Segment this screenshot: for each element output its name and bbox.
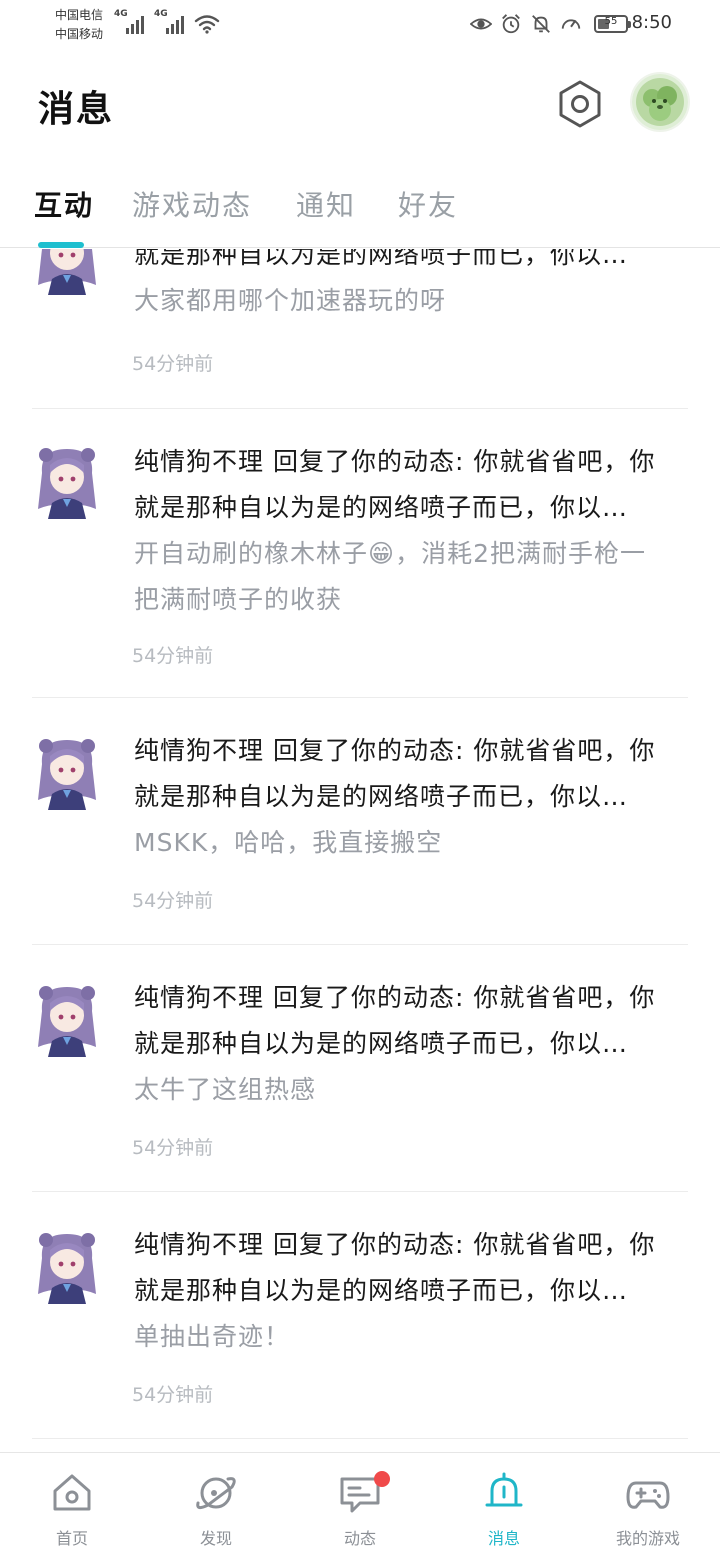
reply-text: 太牛了这组热感 — [134, 1075, 317, 1104]
message-line-2: 就是那种自以为是的网络喷子而已，你以… — [134, 249, 629, 269]
mute-bell-icon — [532, 15, 550, 33]
settings-button[interactable] — [552, 76, 608, 132]
reply-text: 开自动刷的橡木林子😁，消耗2把满耐手枪一 — [134, 539, 646, 568]
page-title: 消息 — [38, 89, 115, 130]
battery-icon: 55 — [594, 15, 631, 33]
user-avatar-button[interactable] — [632, 74, 688, 130]
active-tab-indicator — [38, 242, 84, 248]
nav-home-label: 首页 — [55, 1529, 88, 1548]
alarm-icon — [502, 14, 520, 34]
tab-bar: 互动 游戏动态 通知 好友 — [0, 172, 720, 248]
signal-icon-1: 4G — [114, 9, 150, 36]
message-line-1: 纯情狗不理 回复了你的动态: 你就省省吧，你 — [134, 1230, 656, 1259]
clock: 8:50 — [631, 12, 672, 33]
avatar-icon — [32, 734, 102, 810]
tab-game-news[interactable]: 游戏动态 — [132, 184, 252, 224]
reply-text-continued: 把满耐喷子的收获 — [134, 585, 343, 614]
avatar-icon — [32, 1228, 102, 1304]
reply-text: MSKK，哈哈，我直接搬空 — [134, 828, 443, 857]
list-item[interactable]: 纯情狗不理 回复了你的动态: 你就省省吧，你 就是那种自以为是的网络喷子而已，你… — [0, 698, 720, 945]
notification-badge — [374, 1471, 390, 1487]
carrier-2: 中国移动 — [55, 27, 104, 41]
list-item[interactable]: 纯情狗不理 回复了你的动态: 你就省省吧，你 就是那种自以为是的网络喷子而已，你… — [0, 945, 720, 1192]
reply-text: 单抽出奇迹！ — [134, 1322, 291, 1351]
message-line-1: 纯情狗不理 回复了你的动态: 你就省省吧，你 — [134, 983, 656, 1012]
nav-my-games-label: 我的游戏 — [615, 1529, 680, 1548]
tab-friends[interactable]: 好友 — [398, 184, 458, 224]
message-line-1: 纯情狗不理 回复了你的动态: 你就省省吧，你 — [134, 736, 656, 765]
timestamp: 54分钟前 — [132, 353, 214, 375]
nav-feed-label: 动态 — [343, 1529, 376, 1548]
nav-discover[interactable]: 发现 — [144, 1453, 288, 1560]
nav-feed[interactable]: 动态 — [288, 1453, 432, 1560]
user-avatar-image — [632, 74, 688, 130]
message-line-2: 就是那种自以为是的网络喷子而已，你以… — [134, 1029, 629, 1058]
eye-icon — [470, 18, 492, 30]
message-line-1: 纯情狗不理 回复了你的动态: 你就省省吧，你 — [134, 447, 656, 476]
status-icons: 55 — [470, 10, 631, 38]
nav-my-games[interactable]: 我的游戏 — [576, 1453, 720, 1560]
bottom-nav: 首页 发现 动态 消息 我的游戏 — [0, 1452, 720, 1560]
reply-text: 大家都用哪个加速器玩的呀 — [134, 286, 447, 315]
avatar-icon — [32, 443, 102, 519]
nav-messages[interactable]: 消息 — [432, 1453, 576, 1560]
carrier-1: 中国电信 — [55, 8, 104, 22]
nav-discover-label: 发现 — [199, 1529, 232, 1548]
list-item[interactable]: 纯情狗不理 回复了你的动态: 你就省省吧，你 就是那种自以为是的网络喷子而已，你… — [0, 409, 720, 698]
message-line-2: 就是那种自以为是的网络喷子而已，你以… — [134, 1276, 629, 1305]
bell-icon — [485, 1472, 523, 1507]
divider — [32, 1438, 688, 1439]
tab-notifications[interactable]: 通知 — [296, 184, 356, 224]
timestamp: 54分钟前 — [132, 1137, 214, 1159]
avatar-icon — [32, 981, 102, 1057]
list-item[interactable]: 纯情狗不理 回复了你的动态: 你就省省吧，你 就是那种自以为是的网络喷子而已，你… — [0, 1192, 720, 1439]
list-item[interactable]: 就是那种自以为是的网络喷子而已，你以… 大家都用哪个加速器玩的呀 54分钟前 — [0, 249, 720, 409]
nav-messages-label: 消息 — [487, 1529, 520, 1548]
carrier-labels: 中国电信 中国移动 — [55, 6, 103, 44]
message-line-2: 就是那种自以为是的网络喷子而已，你以… — [134, 782, 629, 811]
home-icon — [53, 1474, 91, 1511]
timestamp: 54分钟前 — [132, 890, 214, 912]
avatar-icon — [32, 249, 102, 295]
message-line-2: 就是那种自以为是的网络喷子而已，你以… — [134, 493, 629, 522]
planet-icon — [196, 1477, 236, 1510]
status-bar: 中国电信 中国移动 4G 4G 55 8:50 — [0, 0, 720, 50]
timestamp: 54分钟前 — [132, 1384, 214, 1406]
message-list[interactable]: 就是那种自以为是的网络喷子而已，你以… 大家都用哪个加速器玩的呀 54分钟前 纯… — [0, 249, 720, 1453]
tab-interaction[interactable]: 互动 — [34, 184, 94, 224]
settings-hexagon-icon — [559, 80, 601, 128]
battery-level: 55 — [604, 16, 618, 27]
timestamp: 54分钟前 — [132, 645, 214, 667]
signal-icon-2: 4G — [154, 9, 190, 36]
nav-home[interactable]: 首页 — [0, 1453, 144, 1560]
speedometer-icon — [561, 19, 581, 29]
gamepad-icon — [626, 1481, 670, 1509]
wifi-icon — [194, 15, 220, 34]
